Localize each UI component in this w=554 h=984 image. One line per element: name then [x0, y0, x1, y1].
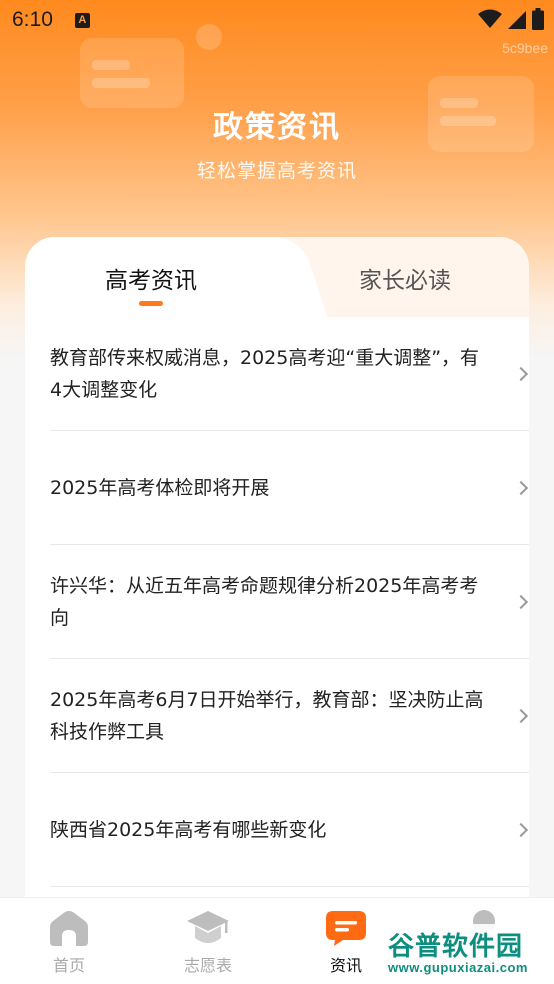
decorative-line: [92, 78, 150, 88]
nav-home-label: 首页: [52, 956, 85, 975]
device-code: 5c9bee: [502, 40, 548, 56]
decorative-line: [92, 60, 130, 70]
nav-volunteer-form[interactable]: 志愿表: [168, 910, 248, 976]
news-title: 2025年高考6月7日开始举行，教育部：坚决防止高科技作弊工具: [50, 688, 484, 743]
home-icon: [50, 911, 88, 946]
chevron-right-icon: [513, 480, 529, 495]
news-list: 教育部传来权威消息，2025高考迎“重大调整”，有4大调整变化 2025年高考体…: [50, 317, 529, 887]
chevron-right-icon: [513, 708, 529, 723]
chevron-right-icon: [513, 822, 529, 837]
news-title: 2025年高考体检即将开展: [50, 476, 270, 499]
message-icon: [326, 911, 366, 946]
page-subtitle: 轻松掌握高考资讯: [196, 160, 357, 182]
site-watermark: 谷普软件园 www.gupuxiazai.com: [384, 924, 554, 984]
chevron-right-icon: [513, 366, 529, 381]
tab-gaokao-news[interactable]: 高考资讯: [81, 261, 221, 295]
tab-bar: 高考资讯 家长必读: [25, 237, 529, 321]
watermark-url: www.gupuxiazai.com: [388, 960, 528, 975]
news-item[interactable]: 2025年高考6月7日开始举行，教育部：坚决防止高科技作弊工具: [50, 659, 529, 773]
news-item[interactable]: 许兴华：从近五年高考命题规律分析2025年高考考向: [50, 545, 529, 659]
news-item[interactable]: 教育部传来权威消息，2025高考迎“重大调整”，有4大调整变化: [50, 317, 529, 431]
watermark-brand: 谷普软件园: [388, 932, 524, 962]
active-tab-indicator: [139, 301, 163, 306]
nav-news-label: 资讯: [329, 956, 362, 975]
nav-volunteer-form-label: 志愿表: [183, 956, 232, 975]
nav-news[interactable]: 资讯: [306, 910, 386, 976]
news-title: 教育部传来权威消息，2025高考迎“重大调整”，有4大调整变化: [50, 346, 480, 401]
status-time: 6:10: [12, 8, 53, 31]
nav-home[interactable]: 首页: [29, 910, 109, 976]
news-title: 陕西省2025年高考有哪些新变化: [50, 818, 327, 841]
page-title: 政策资讯: [213, 110, 341, 145]
news-item[interactable]: 2025年高考体检即将开展: [50, 431, 529, 545]
news-item[interactable]: 陕西省2025年高考有哪些新变化: [50, 773, 529, 887]
notification-a-icon: A: [74, 12, 90, 28]
news-title: 许兴华：从近五年高考命题规律分析2025年高考考向: [50, 574, 479, 629]
graduation-cap-icon: [187, 911, 229, 943]
decorative-card: [80, 38, 184, 108]
chevron-right-icon: [513, 594, 529, 609]
tab-parents-reading[interactable]: 家长必读: [325, 261, 485, 295]
cellular-signal-icon: [508, 11, 526, 29]
wifi-icon: [478, 9, 502, 28]
battery-icon: [532, 8, 544, 30]
status-icons: [478, 8, 544, 30]
content-card: 高考资讯 家长必读 教育部传来权威消息，2025高考迎“重大调整”，有4大调整变…: [25, 237, 529, 937]
status-bar: 6:10 A: [0, 0, 554, 40]
